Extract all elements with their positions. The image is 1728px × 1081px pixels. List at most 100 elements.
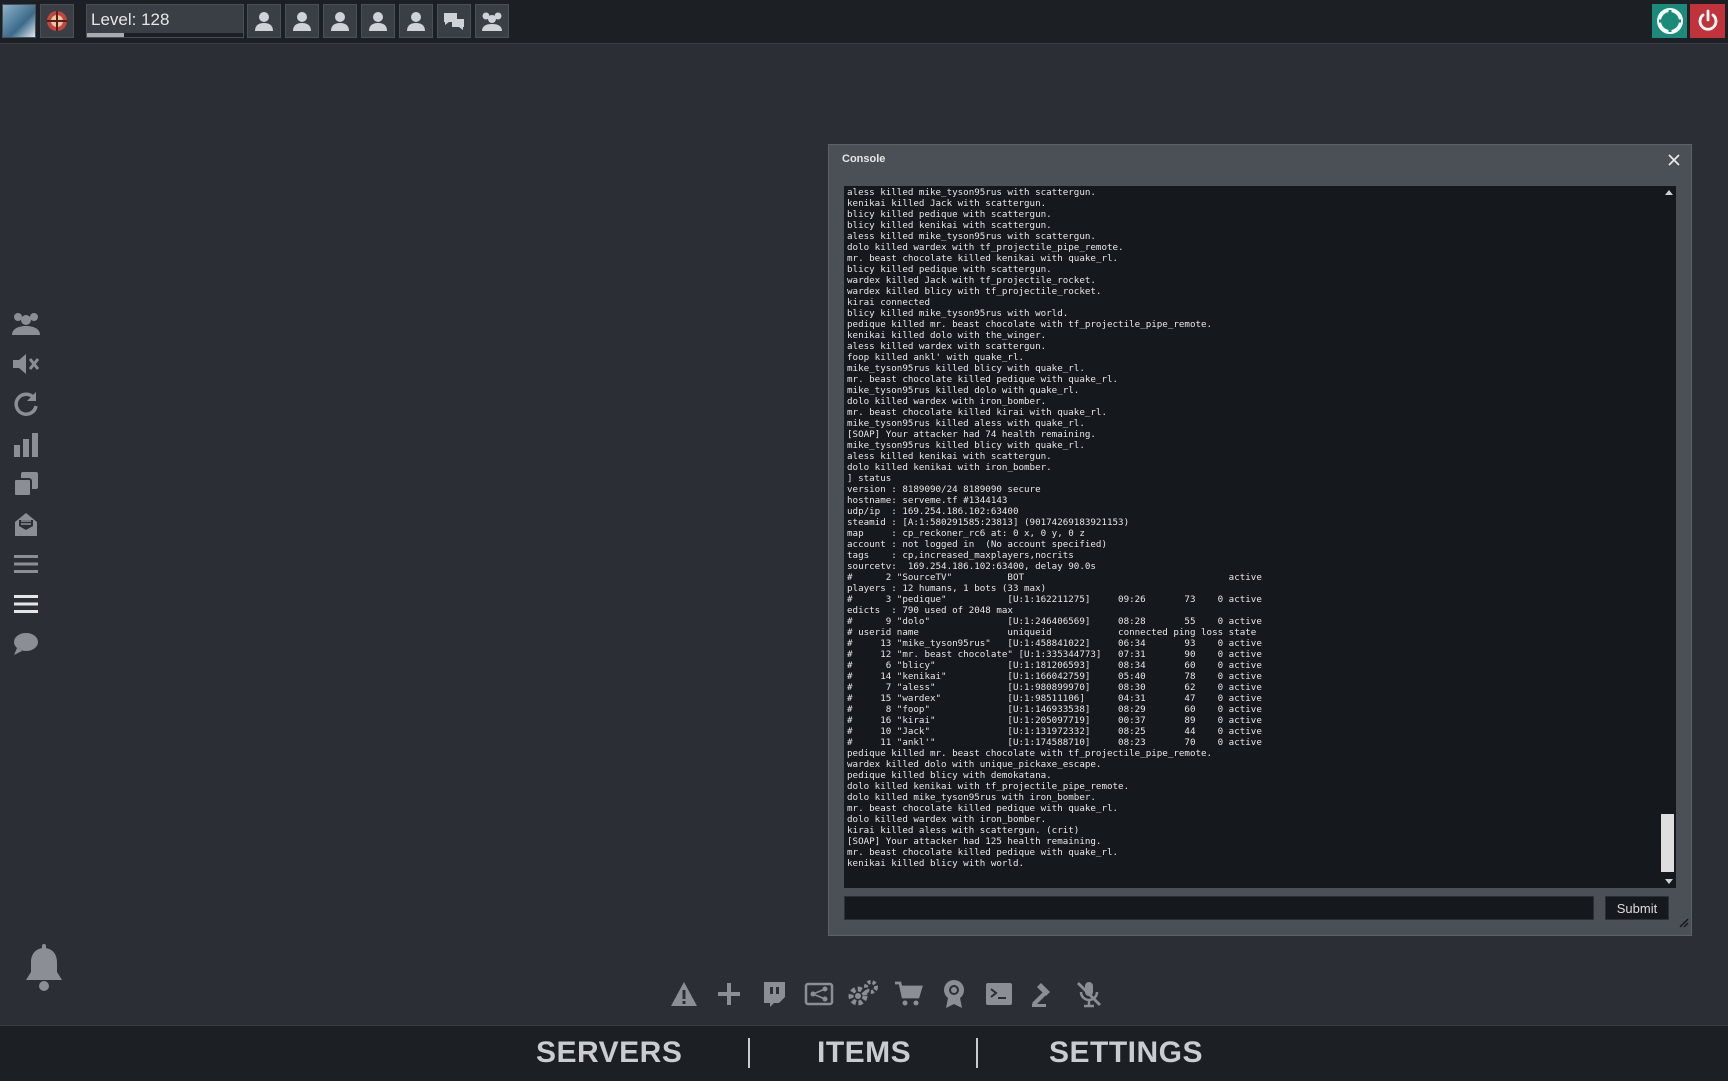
copy-icon[interactable]	[9, 467, 43, 501]
console-line: players : 12 humans, 1 bots (33 max)	[847, 583, 1047, 594]
console-line: edicts : 790 used of 2048 max	[847, 605, 1013, 616]
close-icon	[1668, 154, 1680, 166]
console-line: mike_tyson95rus killed blicy with quake_…	[847, 440, 1085, 451]
inbox-icon[interactable]	[9, 507, 43, 541]
console-line: map : cp_reckoner_rc6 at: 0 x, 0 y, 0 z	[847, 528, 1085, 539]
hammer-icon[interactable]	[1027, 977, 1061, 1011]
console-line: mr. beast chocolate killed kenikai with …	[847, 253, 1119, 264]
console-line: kenikai killed dolo with the_winger.	[847, 330, 1047, 341]
badge-icon[interactable]	[937, 977, 971, 1011]
chat-bubbles-icon	[444, 13, 464, 30]
nav-items[interactable]: ITEMS	[817, 1036, 911, 1070]
console-line: aless killed kenikai with scattergun.	[847, 451, 1052, 462]
scroll-up-arrow-icon[interactable]	[1665, 190, 1673, 195]
console-line: # 6 "blicy" [U:1:181206593] 08:34 60 0 a…	[847, 660, 1262, 671]
console-line: # 16 "kirai" [U:1:205097719] 00:37 89 0 …	[847, 715, 1262, 726]
console-line: account : not logged in (No account spec…	[847, 539, 1107, 550]
console-line: sourcetv: 169.254.186.102:63400, delay 9…	[847, 561, 1096, 572]
nav-separator	[976, 1038, 978, 1068]
console-window: Console aless killed mike_tyson95rus wit…	[828, 144, 1692, 936]
level-indicator: Level: 128	[86, 4, 244, 38]
scroll-thumb[interactable]	[1661, 814, 1674, 872]
console-line: mike_tyson95rus killed dolo with quake_r…	[847, 385, 1080, 396]
console-line: # 13 "mike_tyson95rus" [U:1:458841022] 0…	[847, 638, 1262, 649]
party-icon[interactable]	[9, 306, 43, 340]
console-line: dolo killed wardex with iron_bomber.	[847, 814, 1047, 825]
console-close-button[interactable]	[1665, 151, 1683, 169]
gears-icon[interactable]	[846, 977, 880, 1011]
lifebuoy-icon	[1656, 8, 1683, 34]
warning-icon[interactable]	[667, 977, 701, 1011]
top-bar: Level: 128	[0, 0, 1728, 44]
chat-icon[interactable]	[9, 627, 43, 661]
nav-separator	[748, 1038, 750, 1068]
console-line: foop killed ankl' with quake_rl.	[847, 352, 1025, 363]
console-line: version : 8189090/24 8189090 secure	[847, 484, 1041, 495]
terminal-icon[interactable]	[982, 977, 1016, 1011]
network-icon[interactable]	[802, 977, 836, 1011]
bottom-navigation: SERVERS ITEMS SETTINGS	[0, 1025, 1728, 1081]
console-submit-button[interactable]: Submit	[1605, 896, 1669, 920]
console-line: # 2 "SourceTV" BOT active	[847, 572, 1262, 583]
console-line: mr. beast chocolate killed pedique with …	[847, 803, 1119, 814]
console-output[interactable]: aless killed mike_tyson95rus with scatte…	[844, 186, 1676, 888]
twitch-icon[interactable]	[757, 977, 791, 1011]
console-line: wardex killed dolo with unique_pickaxe_e…	[847, 759, 1102, 770]
party-slot-1[interactable]	[247, 4, 281, 38]
console-line: mr. beast chocolate killed pedique with …	[847, 374, 1119, 385]
friends-button[interactable]	[475, 4, 509, 38]
person-icon	[331, 12, 349, 31]
level-progress-fill	[87, 33, 125, 37]
person-icon	[255, 12, 273, 31]
mute-icon[interactable]	[9, 347, 43, 381]
console-line: steamid : [A:1:580291585:23813] (9017426…	[847, 517, 1130, 528]
console-line: pedique killed blicy with demokatana.	[847, 770, 1052, 781]
console-title: Console	[842, 153, 886, 165]
console-line: # 10 "Jack" [U:1:131972332] 08:25 44 0 a…	[847, 726, 1262, 737]
console-line: udp/ip : 169.254.186.102:63400	[847, 506, 1019, 517]
console-line: [SOAP] Your attacker had 125 health rema…	[847, 836, 1102, 847]
mic-off-icon[interactable]	[1072, 977, 1106, 1011]
console-line: aless killed mike_tyson95rus with scatte…	[847, 231, 1096, 242]
nav-servers[interactable]: SERVERS	[536, 1036, 682, 1070]
menu-icon[interactable]	[9, 547, 43, 581]
console-line: # 12 "mr. beast chocolate" [U:1:33534477…	[847, 649, 1262, 660]
party-slot-3[interactable]	[323, 4, 357, 38]
console-line: pedique killed mr. beast chocolate with …	[847, 748, 1213, 759]
list-icon[interactable]	[9, 587, 43, 621]
console-line: mr. beast chocolate killed pedique with …	[847, 847, 1119, 858]
console-line: kirai killed aless with scattergun. (cri…	[847, 825, 1080, 836]
console-line: mike_tyson95rus killed aless with quake_…	[847, 418, 1085, 429]
console-line: kenikai killed blicy with world.	[847, 858, 1025, 869]
notifications-bell-icon[interactable]	[22, 944, 66, 997]
profile-avatar[interactable]	[2, 4, 36, 38]
console-line: dolo killed mike_tyson95rus with iron_bo…	[847, 792, 1096, 803]
stats-icon[interactable]	[9, 427, 43, 461]
party-chat-button[interactable]	[437, 4, 471, 38]
console-line: aless killed mike_tyson95rus with scatte…	[847, 187, 1096, 198]
group-icon	[482, 12, 502, 31]
console-line: dolo killed kenikai with iron_bomber.	[847, 462, 1052, 473]
party-slot-5[interactable]	[399, 4, 433, 38]
console-line: wardex killed Jack with tf_projectile_ro…	[847, 275, 1096, 286]
party-slot-4[interactable]	[361, 4, 395, 38]
person-icon	[369, 12, 387, 31]
refresh-icon[interactable]	[9, 387, 43, 421]
person-icon	[407, 12, 425, 31]
scroll-down-arrow-icon[interactable]	[1665, 879, 1673, 884]
console-line: tags : cp,increased_maxplayers,nocrits	[847, 550, 1074, 561]
console-line: dolo killed wardex with tf_projectile_pi…	[847, 242, 1124, 253]
resize-grip-icon[interactable]	[1677, 915, 1689, 933]
class-emblem-icon[interactable]	[40, 4, 74, 38]
nav-settings[interactable]: SETTINGS	[1049, 1036, 1203, 1070]
party-slot-2[interactable]	[285, 4, 319, 38]
plus-icon[interactable]	[712, 977, 746, 1011]
console-line: # 7 "aless" [U:1:980899970] 08:30 62 0 a…	[847, 682, 1262, 693]
level-label: Level: 128	[91, 10, 170, 29]
support-button[interactable]	[1652, 4, 1687, 38]
console-command-input[interactable]	[844, 896, 1594, 920]
console-log: aless killed mike_tyson95rus with scatte…	[847, 187, 1657, 869]
power-button[interactable]	[1690, 4, 1725, 38]
console-scrollbar[interactable]	[1660, 186, 1676, 888]
cart-icon[interactable]	[891, 977, 925, 1011]
